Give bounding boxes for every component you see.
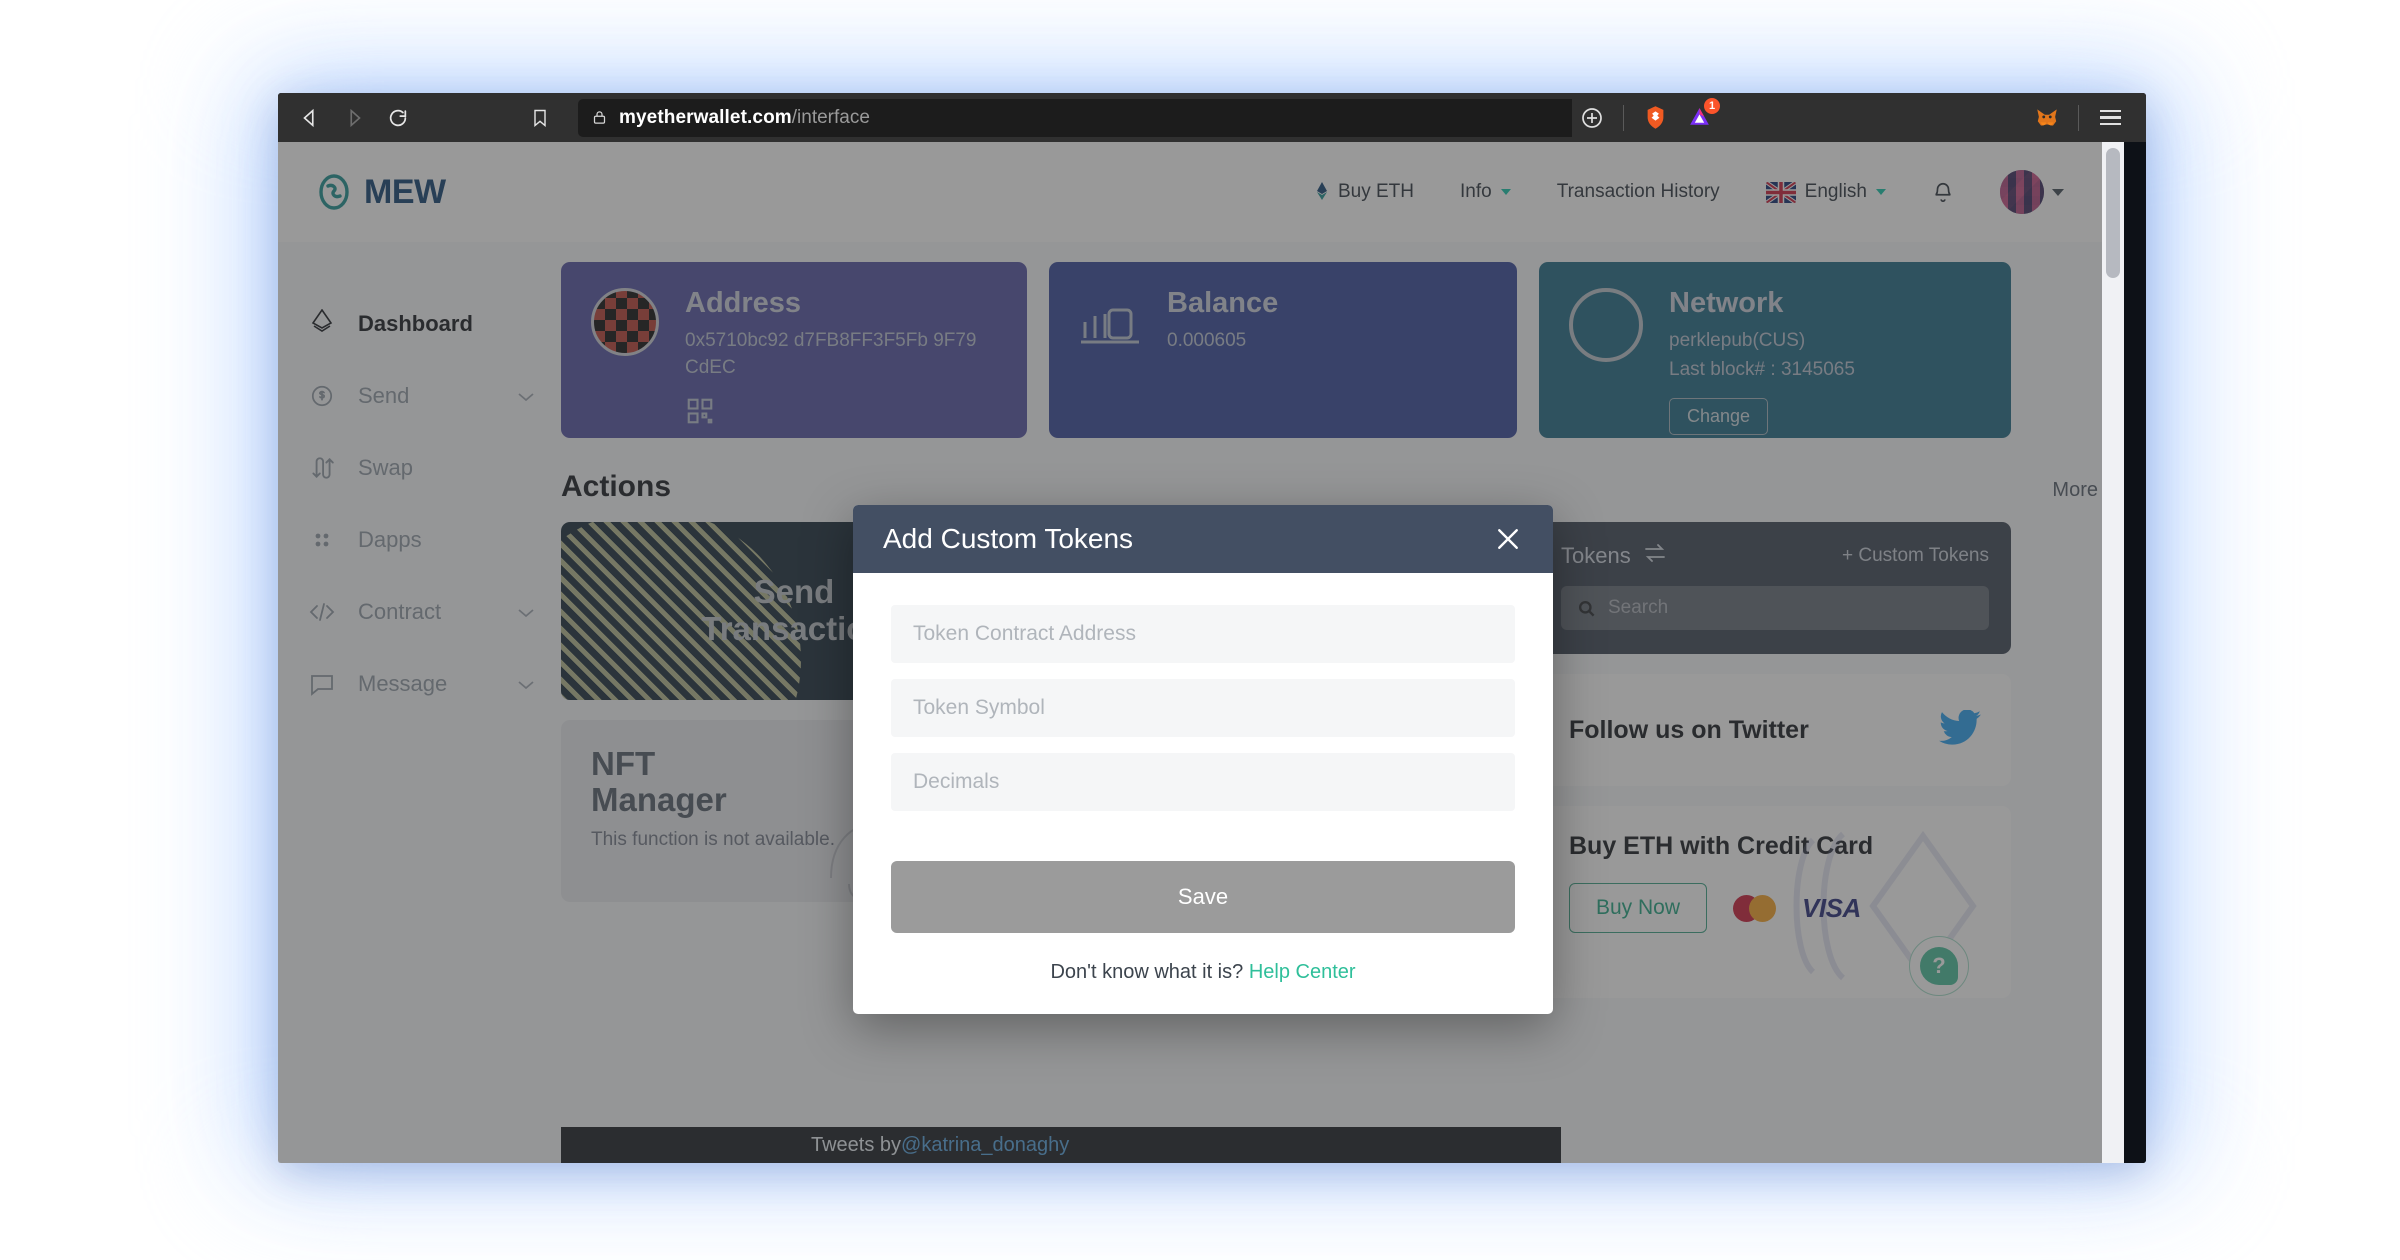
modal-header: Add Custom Tokens <box>853 505 1553 573</box>
brave-lion-icon[interactable] <box>1635 98 1675 138</box>
hamburger-menu-icon[interactable] <box>2090 98 2130 138</box>
add-circle-icon[interactable] <box>1572 98 1612 138</box>
page-viewport: MEW Buy ETH Info Transaction History <box>278 142 2146 1163</box>
toolbar-divider <box>1623 104 1624 131</box>
address-bar[interactable]: myetherwallet.com/interface <box>578 98 1572 137</box>
back-arrow-icon[interactable] <box>288 96 332 140</box>
lock-icon <box>592 109 607 126</box>
scrollbar-thumb[interactable] <box>2106 148 2120 278</box>
close-icon[interactable] <box>1493 524 1523 554</box>
token-contract-address-input[interactable] <box>891 605 1515 663</box>
decimals-input[interactable] <box>891 753 1515 811</box>
bat-badge-count: 1 <box>1703 96 1721 115</box>
add-custom-tokens-modal: Add Custom Tokens Save Don't know what i… <box>853 505 1553 1014</box>
modal-body: Save Don't know what it is? Help Center <box>853 573 1553 1014</box>
browser-window: myetherwallet.com/interface 1 Add Custom… <box>278 93 2146 1163</box>
help-center-link[interactable]: Help Center <box>1249 961 1356 983</box>
screenshot-stage: myetherwallet.com/interface 1 Add Custom… <box>0 0 2400 1260</box>
page-scrollbar[interactable] <box>2102 142 2124 1163</box>
bookmark-icon[interactable] <box>518 96 562 140</box>
metamask-fox-icon[interactable] <box>2027 98 2067 138</box>
browser-toolbar: myetherwallet.com/interface 1 <box>278 93 2146 142</box>
save-button[interactable]: Save <box>891 861 1515 933</box>
modal-footer-text: Don't know what it is? <box>1050 961 1249 983</box>
modal-title: Add Custom Tokens <box>883 523 1134 554</box>
token-symbol-input[interactable] <box>891 679 1515 737</box>
modal-footer: Don't know what it is? Help Center <box>891 961 1515 984</box>
browser-extensions-area: 1 <box>1572 93 2136 142</box>
forward-arrow-icon[interactable] <box>332 96 376 140</box>
toolbar-divider-2 <box>2078 104 2079 131</box>
reload-icon[interactable] <box>376 96 420 140</box>
bat-rewards-icon[interactable]: 1 <box>1679 96 1721 138</box>
url-path: /interface <box>791 106 870 128</box>
url-host: myetherwallet.com <box>619 106 792 128</box>
